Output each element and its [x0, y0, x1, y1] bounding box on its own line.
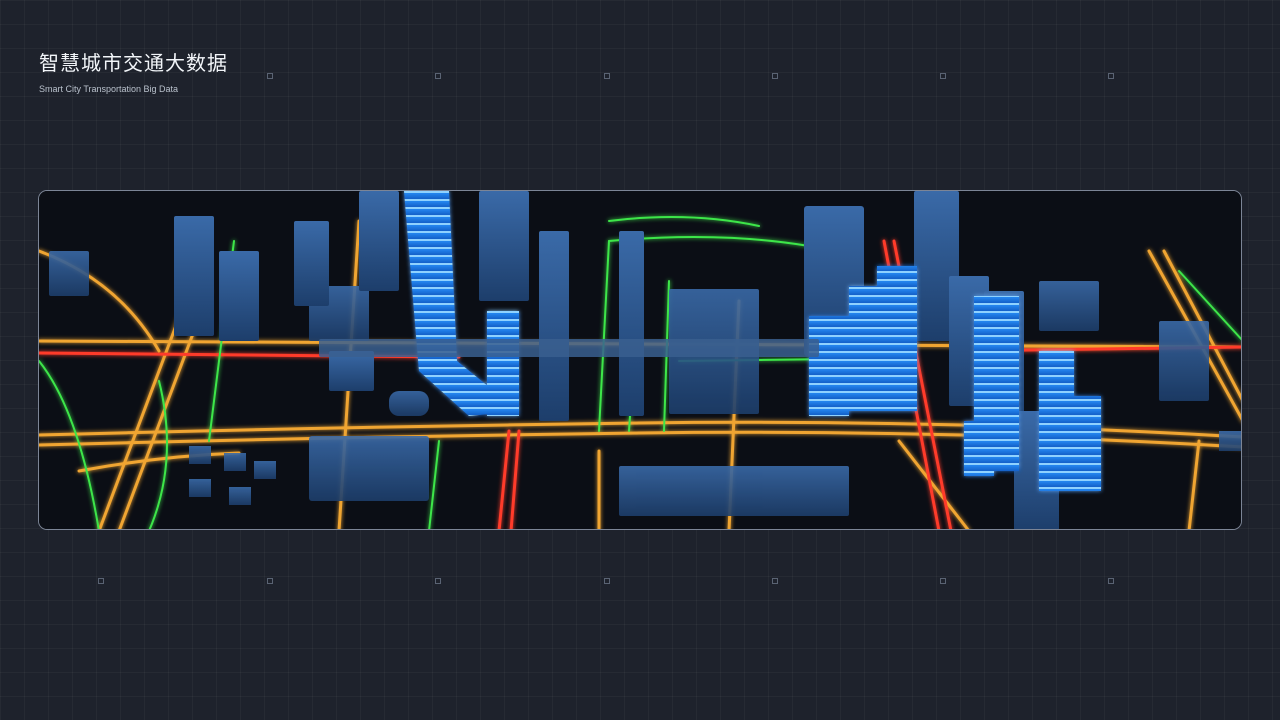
grid-marker — [940, 578, 946, 584]
elevated-deck — [319, 339, 819, 357]
grid-marker — [772, 578, 778, 584]
grid-marker — [604, 73, 610, 79]
grid-marker — [772, 73, 778, 79]
grid-marker — [267, 578, 273, 584]
grid-marker — [604, 578, 610, 584]
grid-marker — [435, 73, 441, 79]
grid-marker — [1108, 578, 1114, 584]
page-subtitle: Smart City Transportation Big Data — [39, 84, 179, 94]
header: 智慧城市交通大数据 Smart City Transportation Big … — [39, 50, 228, 94]
city-3d-map[interactable] — [38, 190, 1242, 530]
grid-marker — [435, 578, 441, 584]
page-title: 智慧城市交通大数据 — [39, 51, 228, 75]
grid-marker — [267, 73, 273, 79]
grid-marker — [1108, 73, 1114, 79]
grid-marker — [940, 73, 946, 79]
grid-marker — [98, 578, 104, 584]
